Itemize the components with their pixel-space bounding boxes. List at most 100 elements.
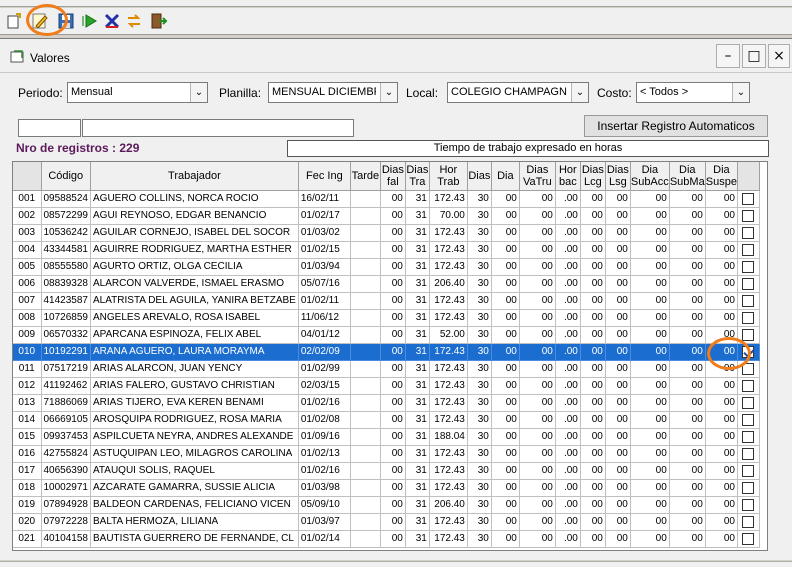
cell-tra[interactable]: 31 (405, 445, 430, 463)
cell-check[interactable] (737, 462, 760, 480)
cell-n[interactable]: 005 (13, 258, 42, 276)
cell-dia[interactable]: 00 (491, 224, 520, 242)
cell-hor[interactable]: 172.43 (429, 360, 468, 378)
cell-trab[interactable]: BALDEON CARDENAS, FELICIANO VICEN (90, 496, 299, 514)
cell-lcg[interactable]: 00 (580, 207, 606, 225)
cell-lcg[interactable]: 00 (580, 360, 606, 378)
cell-vat[interactable]: 00 (519, 445, 556, 463)
column-header[interactable]: Fec Ing (298, 162, 351, 191)
cell-n[interactable]: 019 (13, 496, 42, 514)
cell-lsg[interactable]: 00 (605, 309, 631, 327)
cell-lcg[interactable]: 00 (580, 530, 606, 548)
checkbox-icon[interactable] (742, 243, 755, 256)
cell-dias[interactable]: 30 (467, 445, 492, 463)
cell-dia[interactable]: 00 (491, 513, 520, 531)
cell-dias[interactable]: 30 (467, 207, 492, 225)
cell-hor[interactable]: 206.40 (429, 496, 468, 514)
cell-tarde[interactable] (350, 377, 381, 395)
new-icon[interactable] (4, 11, 24, 31)
checkbox-icon[interactable] (742, 226, 755, 239)
cell-dias[interactable]: 30 (467, 462, 492, 480)
cell-tarde[interactable] (350, 309, 381, 327)
column-header[interactable]: Código (41, 162, 91, 191)
cell-cod[interactable]: 08555580 (41, 258, 91, 276)
maximize-icon[interactable]: □ (742, 44, 766, 68)
cell-dias[interactable]: 30 (467, 394, 492, 412)
checkbox-icon[interactable] (742, 515, 755, 528)
cell-fal[interactable]: 00 (380, 241, 406, 259)
cell-sma[interactable]: 00 (669, 428, 706, 446)
cell-cod[interactable]: 10002971 (41, 479, 91, 497)
search-code-input[interactable] (18, 119, 81, 137)
cell-lcg[interactable]: 00 (580, 224, 606, 242)
cell-sus[interactable]: 00 (705, 479, 738, 497)
cell-lcg[interactable]: 00 (580, 343, 606, 361)
cell-tarde[interactable] (350, 190, 381, 208)
cell-sma[interactable]: 00 (669, 377, 706, 395)
column-header[interactable]: Dias fal (380, 162, 406, 191)
cell-sacc[interactable]: 00 (630, 241, 670, 259)
cell-hb[interactable]: .00 (555, 224, 581, 242)
column-header[interactable]: Dias Lcg (580, 162, 606, 191)
cell-fal[interactable]: 00 (380, 190, 406, 208)
cell-n[interactable]: 011 (13, 360, 42, 378)
cell-n[interactable]: 009 (13, 326, 42, 344)
cell-dia[interactable]: 00 (491, 377, 520, 395)
checkbox-icon[interactable] (742, 328, 755, 341)
cell-tra[interactable]: 31 (405, 241, 430, 259)
cell-tarde[interactable] (350, 513, 381, 531)
table-row[interactable]: 019 07894928 BALDEON CARDENAS, FELICIANO V… (13, 496, 760, 514)
cell-sus[interactable]: 00 (705, 224, 738, 242)
cell-sus[interactable]: 00 (705, 445, 738, 463)
cell-hb[interactable]: .00 (555, 394, 581, 412)
cell-sma[interactable]: 00 (669, 462, 706, 480)
cell-fal[interactable]: 00 (380, 343, 406, 361)
cell-sma[interactable]: 00 (669, 224, 706, 242)
cell-fal[interactable]: 00 (380, 428, 406, 446)
cell-sma[interactable]: 00 (669, 343, 706, 361)
cell-trab[interactable]: ARIAS FALERO, GUSTAVO CHRISTIAN (90, 377, 299, 395)
checkbox-icon[interactable] (742, 192, 755, 205)
periodo-combo[interactable]: Mensual ⌄ (67, 82, 208, 103)
cell-hb[interactable]: .00 (555, 513, 581, 531)
column-header[interactable] (13, 162, 42, 191)
cell-fal[interactable]: 00 (380, 258, 406, 276)
cell-lsg[interactable]: 00 (605, 530, 631, 548)
cell-tra[interactable]: 31 (405, 326, 430, 344)
cell-vat[interactable]: 00 (519, 513, 556, 531)
cell-fal[interactable]: 00 (380, 292, 406, 310)
cell-n[interactable]: 007 (13, 292, 42, 310)
cell-dia[interactable]: 00 (491, 530, 520, 548)
cell-fec[interactable]: 01/03/94 (298, 258, 351, 276)
table-row[interactable]: 010 10192291 ARANA AGUERO, LAURA MORAYMA 02… (13, 343, 760, 361)
column-header[interactable]: Dias Tra (405, 162, 430, 191)
cell-dias[interactable]: 30 (467, 258, 492, 276)
dropdown-arrow-icon[interactable]: ⌄ (380, 83, 397, 102)
cell-fec[interactable]: 02/03/15 (298, 377, 351, 395)
cell-sacc[interactable]: 00 (630, 309, 670, 327)
cell-hb[interactable]: .00 (555, 343, 581, 361)
cell-dia[interactable]: 00 (491, 445, 520, 463)
cell-fec[interactable]: 01/03/02 (298, 224, 351, 242)
cell-dias[interactable]: 30 (467, 411, 492, 429)
cell-dia[interactable]: 00 (491, 292, 520, 310)
cell-cod[interactable]: 09937453 (41, 428, 91, 446)
cell-n[interactable]: 004 (13, 241, 42, 259)
cell-cod[interactable]: 40104158 (41, 530, 91, 548)
cell-check[interactable] (737, 530, 760, 548)
cell-check[interactable] (737, 428, 760, 446)
cell-check[interactable] (737, 292, 760, 310)
cell-fec[interactable]: 01/02/99 (298, 360, 351, 378)
transfer-arrows-icon[interactable] (124, 11, 144, 31)
cell-hb[interactable]: .00 (555, 190, 581, 208)
cell-check[interactable] (737, 513, 760, 531)
cell-vat[interactable]: 00 (519, 224, 556, 242)
table-row[interactable]: 014 06669105 AROSQUIPA RODRIGUEZ, ROSA MAR… (13, 411, 760, 429)
checkbox-icon[interactable] (742, 430, 755, 443)
cell-sma[interactable]: 00 (669, 292, 706, 310)
cell-tarde[interactable] (350, 411, 381, 429)
cell-tarde[interactable] (350, 428, 381, 446)
cell-check[interactable] (737, 190, 760, 208)
cell-tra[interactable]: 31 (405, 513, 430, 531)
cell-lcg[interactable]: 00 (580, 394, 606, 412)
